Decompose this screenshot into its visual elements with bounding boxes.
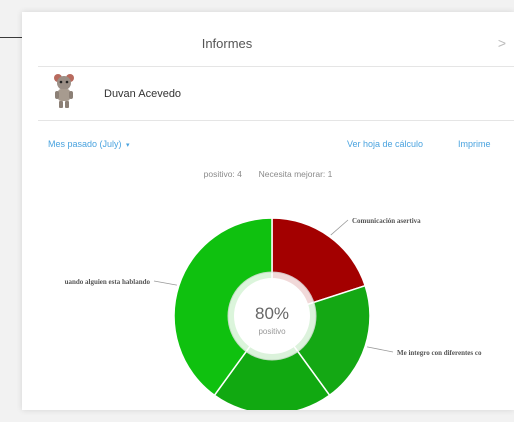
slice-label: uando alguien esta hablando bbox=[65, 278, 151, 286]
donut-chart: Comunicación asertiva Me integro con dife… bbox=[65, 217, 482, 410]
slice-leader-line bbox=[367, 346, 394, 353]
slice-leader-line bbox=[330, 219, 349, 236]
slice-label: Comunicación asertiva bbox=[352, 217, 421, 225]
center-percentage: 80% bbox=[255, 304, 289, 323]
reports-dialog: Informes > Duvan Acevedo Mes pasado (Jul… bbox=[22, 12, 514, 410]
center-caption: positivo bbox=[258, 327, 286, 336]
slice-leader-line bbox=[153, 280, 177, 286]
slice-label: Me integro con diferentes co bbox=[397, 349, 482, 357]
